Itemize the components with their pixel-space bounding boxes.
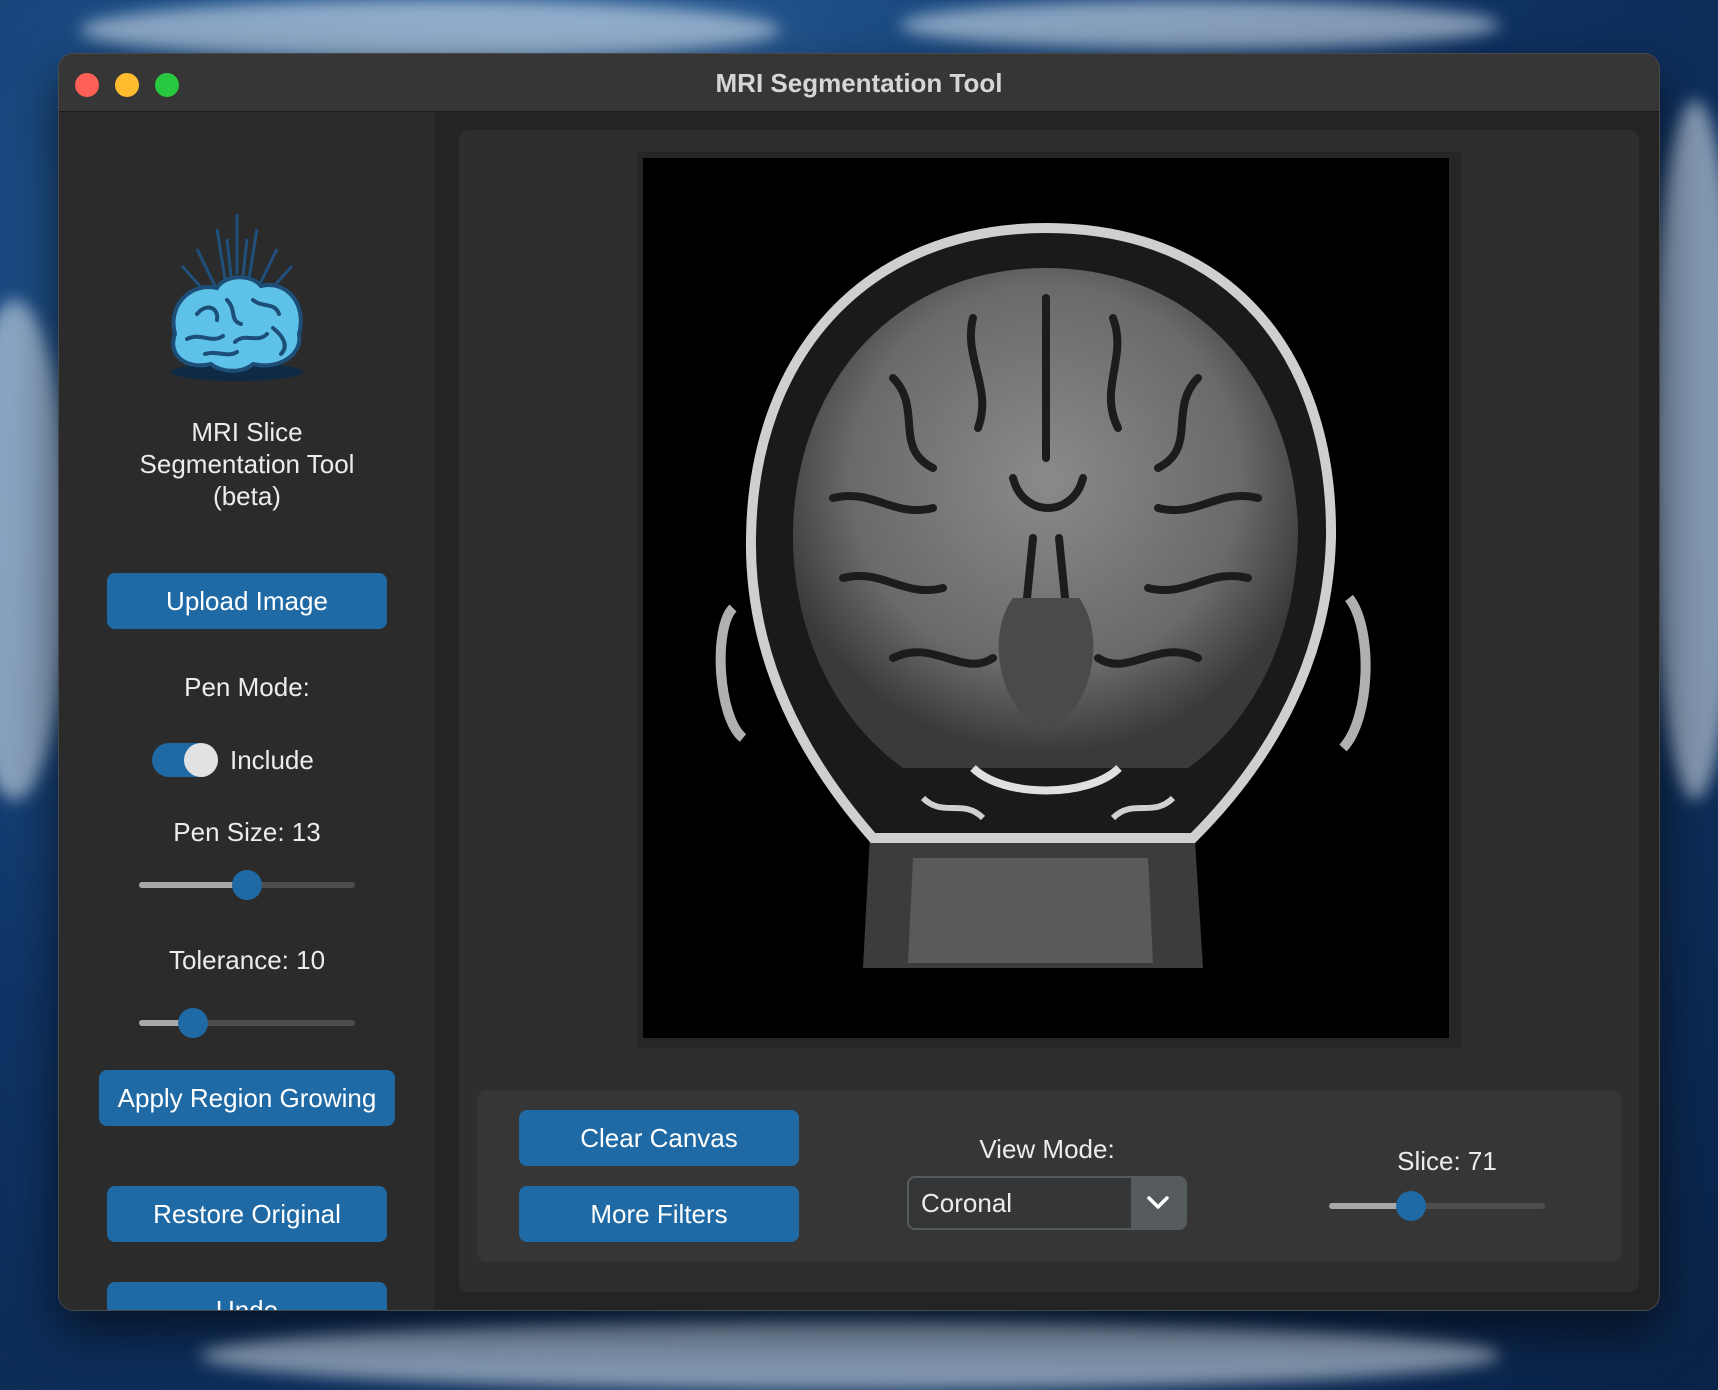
slice-slider[interactable] <box>1329 1191 1545 1221</box>
app-title-line2: Segmentation Tool <box>139 449 355 479</box>
pen-size-label: Pen Size: 13 <box>173 817 321 847</box>
brain-logo-icon <box>157 204 317 384</box>
slice-label: Slice: 71 <box>1397 1146 1497 1176</box>
pen-size-slider[interactable] <box>139 870 355 900</box>
restore-original-button[interactable]: Restore Original <box>107 1186 387 1242</box>
window-title: MRI Segmentation Tool <box>715 68 1003 98</box>
slice-slider-knob[interactable] <box>1396 1191 1427 1221</box>
mri-canvas[interactable] <box>643 158 1449 1038</box>
bottom-controls: Clear Canvas More Filters View Mode: Cor… <box>477 1090 1621 1262</box>
pen-mode-value: Include <box>230 745 314 775</box>
tolerance-slider-knob[interactable] <box>178 1008 208 1038</box>
clear-canvas-button[interactable]: Clear Canvas <box>519 1110 799 1166</box>
title-bar: MRI Segmentation Tool <box>59 54 1659 112</box>
app-title-line3: (beta) <box>213 481 281 511</box>
pen-mode-label: Pen Mode: <box>184 672 310 702</box>
mri-slice-image <box>715 222 1371 968</box>
pen-size-slider-knob[interactable] <box>232 870 262 900</box>
more-filters-button[interactable]: More Filters <box>519 1186 799 1242</box>
pen-mode-toggle[interactable] <box>152 743 218 777</box>
canvas-frame <box>637 152 1461 1048</box>
chevron-down-icon[interactable] <box>1131 1178 1185 1228</box>
view-mode-value: Coronal <box>921 1188 1013 1218</box>
app-title-line1: MRI Slice <box>191 417 303 447</box>
main-panel: Clear Canvas More Filters View Mode: Cor… <box>459 130 1639 1292</box>
pen-size-slider-fill <box>139 882 247 888</box>
wallpaper-cloud <box>80 0 780 60</box>
wallpaper-cloud <box>1650 100 1718 800</box>
wallpaper-cloud <box>200 1320 1500 1390</box>
view-mode-dropdown[interactable]: Coronal <box>907 1176 1187 1230</box>
toggle-knob <box>184 743 218 777</box>
upload-image-button[interactable]: Upload Image <box>107 573 387 629</box>
sidebar: MRI Slice Segmentation Tool (beta) Uploa… <box>59 112 435 1310</box>
undo-button[interactable]: Undo <box>107 1282 387 1310</box>
wallpaper-cloud <box>900 0 1500 50</box>
app-window: MRI Segmentation Tool MRI Slice Segmenta… <box>58 53 1660 1311</box>
tolerance-label: Tolerance: 10 <box>168 945 326 975</box>
apply-region-growing-button[interactable]: Apply Region Growing <box>99 1070 395 1126</box>
tolerance-slider[interactable] <box>139 1008 355 1038</box>
view-mode-label: View Mode: <box>979 1134 1115 1164</box>
